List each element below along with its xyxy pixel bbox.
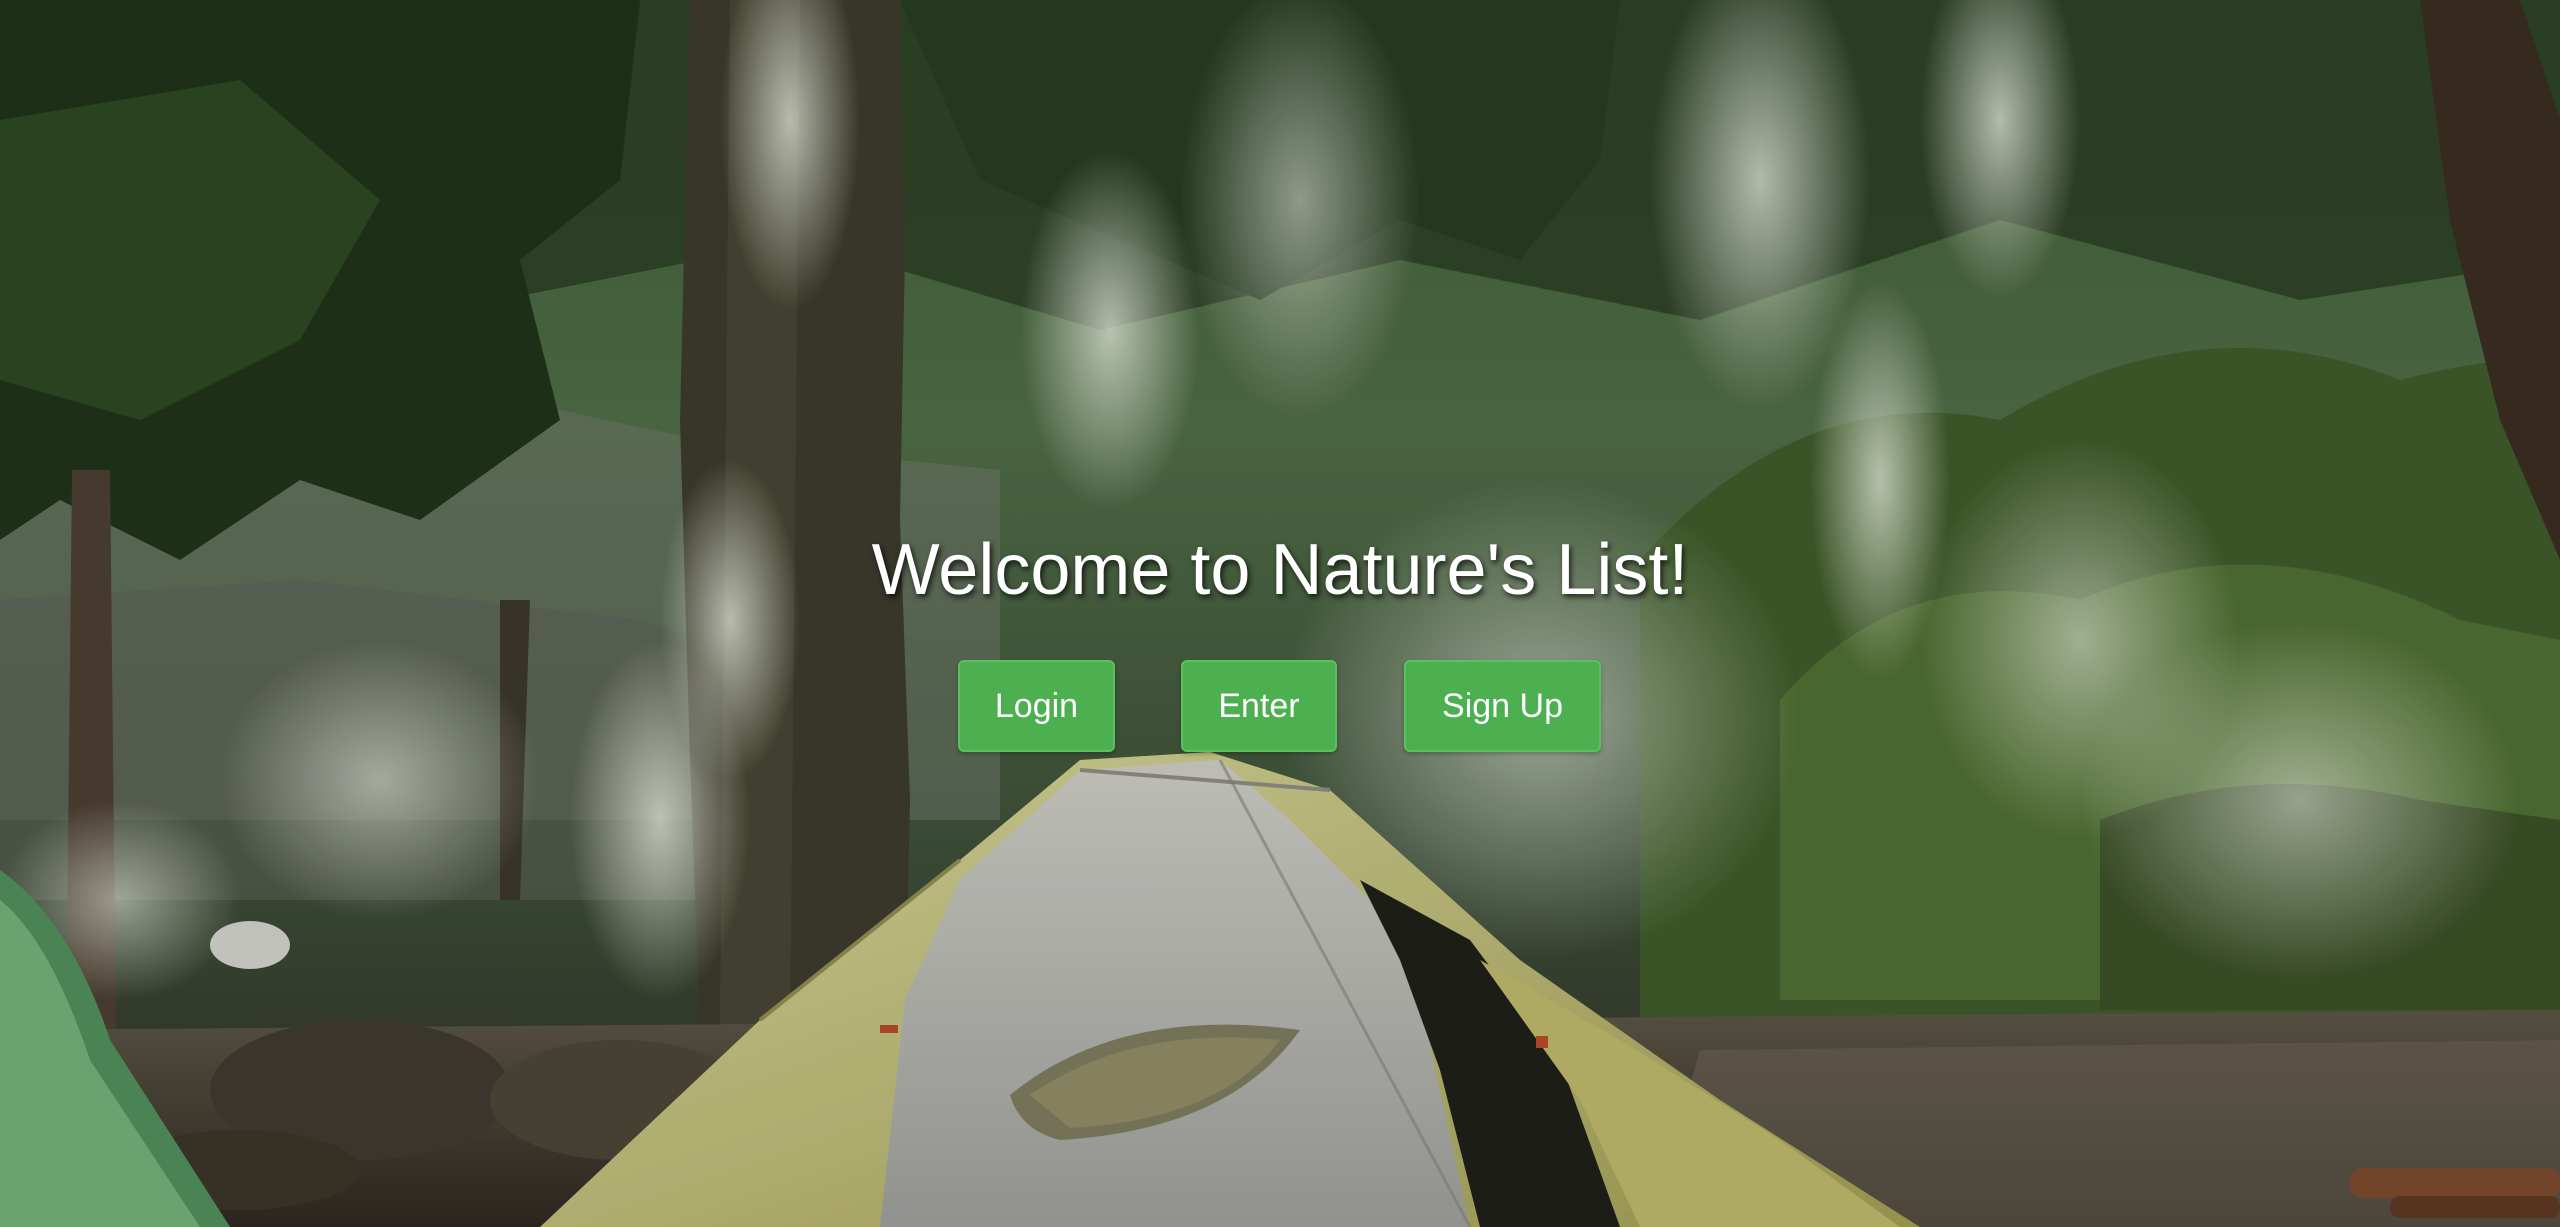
page-title: Welcome to Nature's List! <box>871 530 1689 610</box>
hero-section: Welcome to Nature's List! Login Enter Si… <box>0 0 2560 1227</box>
hero-content: Welcome to Nature's List! Login Enter Si… <box>0 0 2560 1227</box>
sign-up-button[interactable]: Sign Up <box>1404 660 1601 752</box>
login-button[interactable]: Login <box>958 660 1115 752</box>
enter-button[interactable]: Enter <box>1181 660 1337 752</box>
